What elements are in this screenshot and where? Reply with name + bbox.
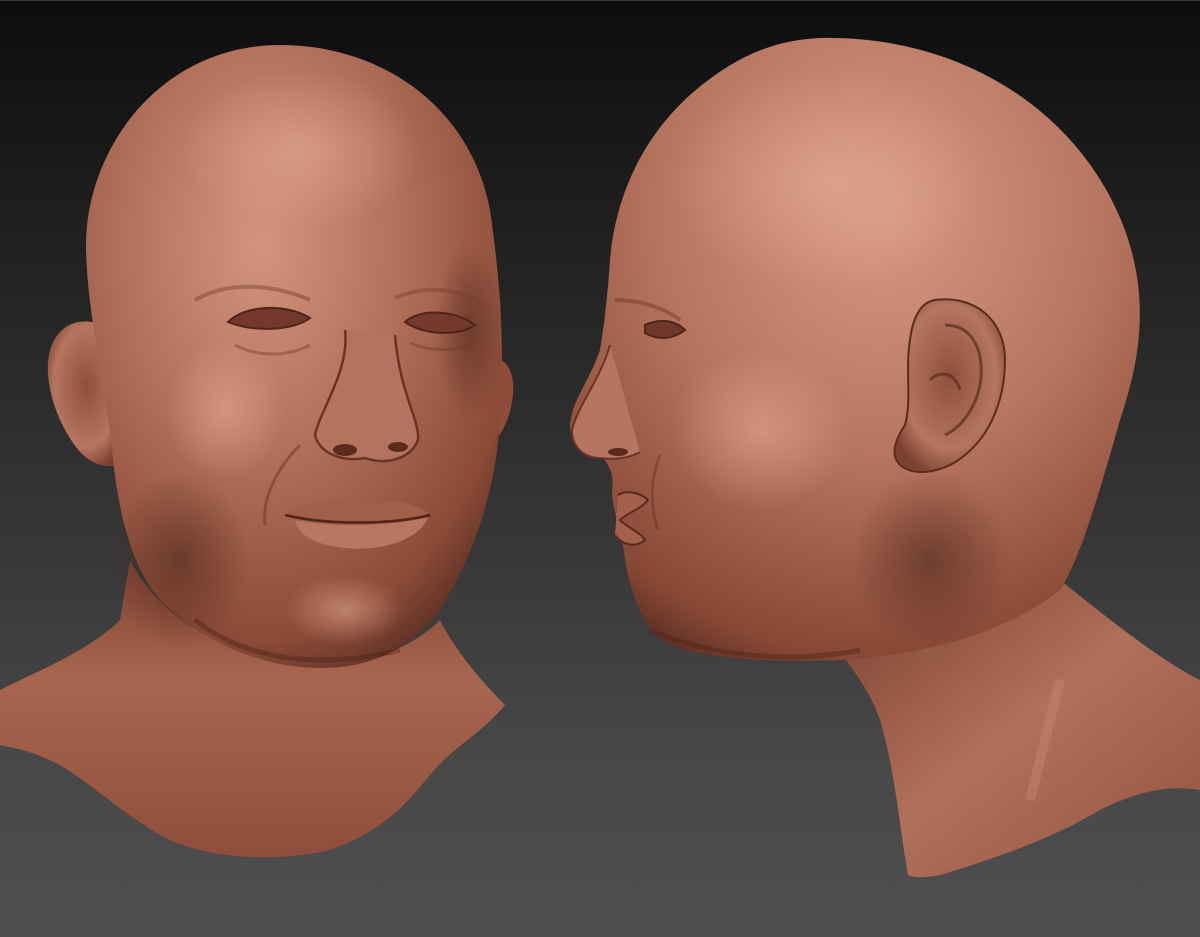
head-profile-view[interactable] <box>570 37 1200 878</box>
profile-nostril <box>608 448 628 456</box>
head-front-view[interactable] <box>0 45 514 858</box>
front-forehead-highlight <box>180 70 420 230</box>
sculpt-scene[interactable] <box>0 0 1200 937</box>
front-right-nostril <box>388 442 408 452</box>
front-left-nostril <box>333 444 357 456</box>
front-chin-highlight <box>285 575 405 645</box>
front-cheek-highlight <box>165 340 285 480</box>
profile-skull-highlight <box>670 70 990 290</box>
viewport-canvas[interactable] <box>0 0 1200 937</box>
profile-cheek-highlight <box>670 350 850 510</box>
front-jaw-shade <box>110 470 250 650</box>
profile-jaw-shade <box>850 470 1010 650</box>
